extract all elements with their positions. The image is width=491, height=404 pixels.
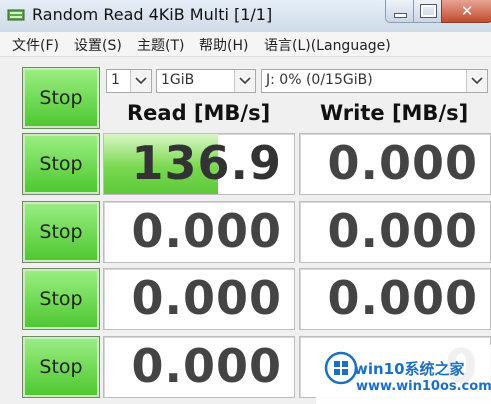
read-value-box-3: 0.000 bbox=[103, 268, 295, 330]
write-value-box-2: 0.000 bbox=[299, 201, 491, 263]
menu-theme[interactable]: 主题(T) bbox=[137, 35, 184, 55]
stop-button-2[interactable]: Stop bbox=[22, 201, 100, 263]
window-title: Random Read 4KiB Multi [1/1] bbox=[32, 5, 273, 24]
drive-select[interactable]: J: 0% (0/15GiB) bbox=[261, 69, 488, 93]
menu-bar: 文件(F) 设置(S) 主题(T) 帮助(H) 语言(L)(Language) bbox=[0, 32, 491, 57]
count-value: 1 bbox=[111, 72, 120, 88]
title-bar: Random Read 4KiB Multi [1/1] ✕ bbox=[0, 0, 491, 32]
write-header: Write [MB/s] bbox=[320, 101, 469, 125]
read-value-box-1: 136.9 bbox=[103, 133, 295, 195]
drive-value: J: 0% (0/15GiB) bbox=[266, 72, 373, 88]
stop-button-3[interactable]: Stop bbox=[22, 268, 100, 330]
close-icon: ✕ bbox=[460, 2, 474, 20]
chevron-down-icon bbox=[466, 70, 487, 92]
watermark-url: www.win10os.com bbox=[356, 379, 491, 394]
minimize-icon bbox=[393, 12, 407, 18]
read-value-2: 0.000 bbox=[131, 204, 282, 258]
watermark-title: win10系统之家 bbox=[354, 360, 465, 378]
windows-logo-icon bbox=[324, 351, 358, 385]
size-value: 1GiB bbox=[161, 72, 195, 88]
read-value-3: 0.000 bbox=[131, 271, 282, 325]
write-value-box-3: 0.000 bbox=[299, 268, 491, 330]
write-value-box-1: 0.000 bbox=[299, 133, 491, 195]
minimize-button[interactable] bbox=[385, 0, 415, 23]
watermark: win10系统之家 www.win10os.com bbox=[316, 345, 491, 404]
disk-drive-icon bbox=[7, 9, 25, 21]
read-value-box-4: 0.000 bbox=[103, 336, 295, 398]
size-select[interactable]: 1GiB bbox=[156, 69, 256, 93]
menu-help[interactable]: 帮助(H) bbox=[199, 35, 248, 55]
read-value-1: 136.9 bbox=[131, 136, 282, 190]
read-header: Read [MB/s] bbox=[127, 101, 271, 125]
read-value-box-2: 0.000 bbox=[103, 201, 295, 263]
write-value-1: 0.000 bbox=[327, 136, 478, 190]
stop-button-4[interactable]: Stop bbox=[22, 336, 100, 398]
chevron-down-icon bbox=[234, 70, 255, 92]
menu-language[interactable]: 语言(L)(Language) bbox=[264, 35, 391, 55]
write-value-2: 0.000 bbox=[327, 204, 478, 258]
menu-settings[interactable]: 设置(S) bbox=[74, 35, 122, 55]
write-value-3: 0.000 bbox=[327, 271, 478, 325]
stop-button-1[interactable]: Stop bbox=[22, 133, 100, 195]
maximize-button[interactable] bbox=[413, 0, 443, 23]
menu-file[interactable]: 文件(F) bbox=[12, 35, 59, 55]
count-select[interactable]: 1 bbox=[106, 69, 152, 93]
stop-all-button[interactable]: Stop bbox=[22, 67, 100, 129]
read-value-4: 0.000 bbox=[131, 339, 282, 393]
chevron-down-icon bbox=[130, 70, 151, 92]
maximize-icon bbox=[419, 4, 437, 18]
close-button[interactable]: ✕ bbox=[441, 0, 491, 23]
